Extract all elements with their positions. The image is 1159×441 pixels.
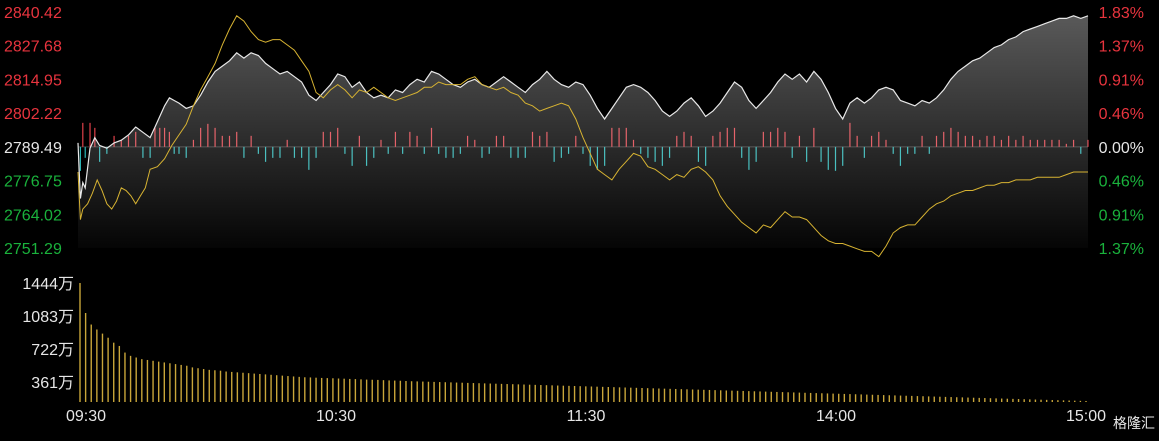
y-tick-right: 0.00%: [1099, 140, 1144, 157]
volume-y-tick: 361万: [31, 375, 74, 392]
y-tick-left: 2751.29: [4, 241, 62, 258]
watermark: 格隆汇: [1113, 415, 1155, 431]
price-area: [78, 15, 1088, 248]
y-tick-right: 0.91%: [1099, 72, 1144, 89]
y-tick-left: 2764.02: [4, 207, 62, 224]
y-tick-left: 2789.49: [4, 140, 62, 157]
y-tick-left: 2776.75: [4, 174, 62, 191]
volume-y-tick: 722万: [31, 342, 74, 359]
y-tick-right: 0.91%: [1099, 207, 1144, 224]
volume-y-tick: 1444万: [22, 276, 74, 293]
y-tick-left: 2840.42: [4, 5, 62, 22]
y-tick-left: 2802.22: [4, 106, 62, 123]
y-tick-right: 1.83%: [1099, 5, 1144, 22]
intraday-chart-svg: 2840.42 2827.68 2814.95 2802.22 2789.49 2776.…: [4, 5, 1144, 425]
x-tick: 11:30: [567, 408, 606, 425]
y-tick-left: 2827.68: [4, 39, 62, 56]
x-tick: 09:30: [66, 408, 106, 425]
x-tick: 14:00: [816, 408, 856, 425]
volume-y-tick: 1083万: [22, 309, 74, 326]
y-tick-left: 2814.95: [4, 72, 62, 89]
y-tick-right: 0.46%: [1099, 106, 1144, 123]
y-tick-right: 0.46%: [1099, 174, 1144, 191]
y-tick-right: 1.37%: [1099, 241, 1144, 258]
intraday-chart: 2840.42 2827.68 2814.95 2802.22 2789.49 2776.…: [0, 0, 1159, 436]
y-tick-right: 1.37%: [1099, 39, 1144, 56]
x-tick: 10:30: [316, 408, 356, 425]
x-tick: 15:00: [1066, 408, 1106, 425]
